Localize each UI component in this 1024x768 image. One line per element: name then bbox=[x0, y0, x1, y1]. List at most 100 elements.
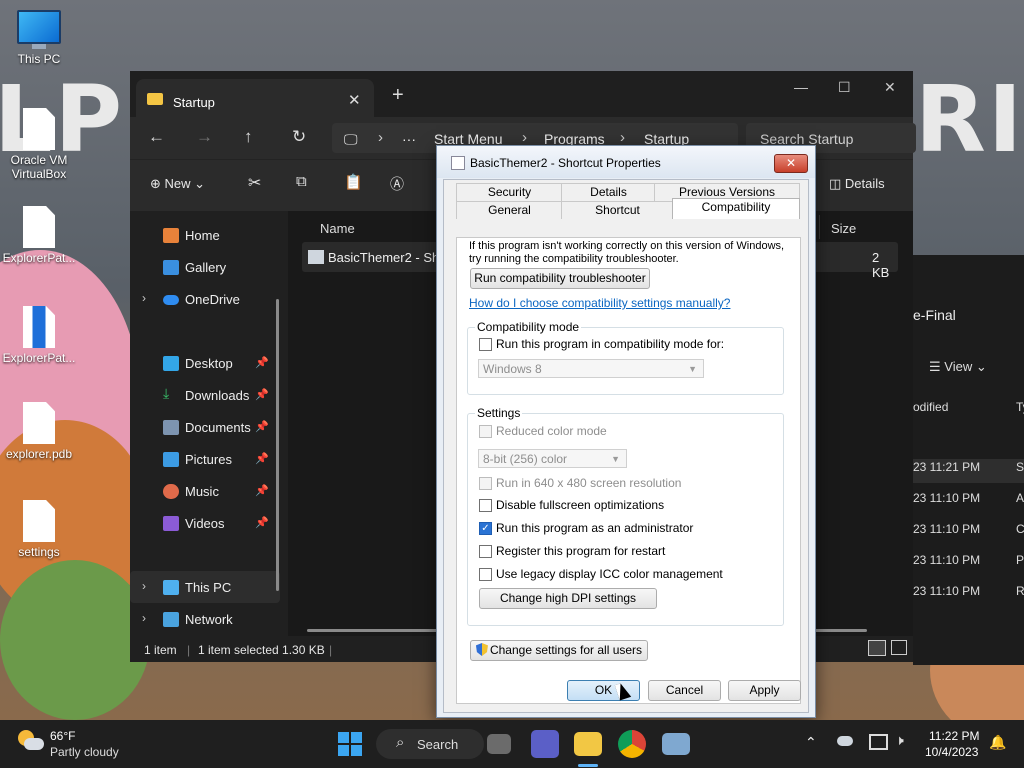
rename-icon[interactable]: Ⓐ bbox=[390, 174, 404, 194]
weather-temp[interactable]: 66°F bbox=[50, 729, 75, 743]
change-all-users-button[interactable]: Change settings for all users bbox=[470, 640, 648, 661]
reduced-color-checkbox[interactable] bbox=[479, 425, 492, 438]
view-menu[interactable]: ☰ View ⌄ bbox=[929, 359, 987, 375]
minimize-icon[interactable]: — bbox=[794, 79, 808, 95]
desktop-icon-settings[interactable]: settings bbox=[0, 500, 78, 559]
tiles-view-icon[interactable] bbox=[891, 640, 907, 655]
file-explorer-taskbar-icon[interactable] bbox=[574, 732, 602, 756]
cancel-button[interactable]: Cancel bbox=[648, 680, 721, 701]
download-icon: ⤓ bbox=[163, 385, 170, 401]
pin-icon[interactable]: 📌 bbox=[255, 356, 269, 369]
compat-os-select[interactable]: Windows 8 ▼ bbox=[478, 359, 704, 378]
details-view-icon[interactable] bbox=[868, 640, 886, 656]
desktop-icon-this-pc[interactable]: This PC bbox=[0, 10, 78, 66]
sidebar-item-downloads[interactable]: ⤓ Downloads 📌 bbox=[130, 379, 280, 411]
network-icon[interactable] bbox=[869, 734, 888, 750]
new-button[interactable]: ⊕ New ⌄ bbox=[150, 176, 205, 192]
close-icon[interactable]: ✕ bbox=[884, 79, 896, 96]
file-icon bbox=[23, 206, 55, 248]
compatibility-mode-label: Compatibility mode bbox=[475, 320, 582, 334]
desktop-icon-virtualbox[interactable]: Oracle VM VirtualBox bbox=[0, 108, 78, 181]
tab-shortcut[interactable]: Shortcut bbox=[561, 201, 674, 219]
taskbar-search[interactable]: ⌕ Search bbox=[376, 729, 484, 759]
weather-condition[interactable]: Partly cloudy bbox=[50, 745, 119, 759]
ellipsis-icon[interactable]: ··· bbox=[402, 131, 416, 147]
pin-icon[interactable]: 📌 bbox=[255, 420, 269, 433]
close-button[interactable]: ✕ bbox=[774, 154, 808, 173]
run-troubleshooter-button[interactable]: Run compatibility troubleshooter bbox=[470, 268, 650, 289]
forward-icon[interactable]: → bbox=[196, 127, 213, 147]
monitor-icon bbox=[17, 10, 61, 44]
apply-button[interactable]: Apply bbox=[728, 680, 801, 701]
sidebar-item-music[interactable]: Music 📌 bbox=[130, 475, 280, 507]
pin-icon[interactable]: 📌 bbox=[255, 484, 269, 497]
pin-icon[interactable]: 📌 bbox=[255, 516, 269, 529]
task-view-icon[interactable] bbox=[487, 734, 511, 754]
tab-compatibility[interactable]: Compatibility bbox=[672, 198, 800, 219]
color-depth-select[interactable]: 8-bit (256) color ▼ bbox=[478, 449, 627, 468]
change-dpi-button[interactable]: Change high DPI settings bbox=[479, 588, 657, 609]
column-type[interactable]: Ty bbox=[1016, 400, 1024, 414]
refresh-icon[interactable]: ↻ bbox=[292, 127, 306, 147]
sidebar-item-documents[interactable]: Documents 📌 bbox=[130, 411, 280, 443]
register-restart-checkbox[interactable] bbox=[479, 545, 492, 558]
sidebar-item-gallery[interactable]: Gallery bbox=[130, 251, 280, 283]
sidebar-item-onedrive[interactable]: › OneDrive bbox=[130, 283, 280, 315]
teams-icon[interactable] bbox=[531, 730, 559, 758]
clock-date[interactable]: 10/4/2023 bbox=[925, 745, 978, 759]
sidebar-item-desktop[interactable]: Desktop 📌 bbox=[130, 347, 280, 379]
dialog-title-bar[interactable]: BasicThemer2 - Shortcut Properties ✕ bbox=[437, 146, 815, 178]
column-header-size[interactable]: Size bbox=[831, 221, 856, 236]
sidebar-item-home[interactable]: Home bbox=[130, 219, 280, 251]
legacy-icc-checkbox[interactable] bbox=[479, 568, 492, 581]
compat-mode-checkbox[interactable] bbox=[479, 338, 492, 351]
legacy-icc-label: Use legacy display ICC color management bbox=[496, 567, 723, 581]
close-tab-icon[interactable]: ✕ bbox=[348, 91, 361, 109]
run-640-checkbox[interactable] bbox=[479, 477, 492, 490]
up-icon[interactable]: ↑ bbox=[244, 127, 253, 147]
copy-icon[interactable]: ⧉ bbox=[296, 173, 307, 190]
notification-bell-icon[interactable]: 🔔 bbox=[989, 734, 1006, 751]
sidebar-scrollbar[interactable] bbox=[276, 299, 279, 591]
chevron-up-icon[interactable]: ⌃ bbox=[805, 734, 817, 751]
sidebar-item-pictures[interactable]: Pictures 📌 bbox=[130, 443, 280, 475]
chevron-right-icon[interactable]: › bbox=[142, 291, 146, 305]
resource-monitor-icon[interactable] bbox=[662, 733, 690, 755]
shortcut-icon bbox=[451, 156, 465, 170]
background-explorer-window[interactable]: e-Final ☰ View ⌄ odified Ty 23 11:21 PM … bbox=[913, 255, 1024, 665]
chevron-right-icon[interactable]: › bbox=[142, 579, 146, 593]
back-icon[interactable]: ← bbox=[148, 127, 165, 147]
paste-icon[interactable]: 📋 bbox=[344, 173, 363, 191]
onedrive-cloud-icon[interactable] bbox=[837, 736, 853, 746]
sidebar-item-videos[interactable]: Videos 📌 bbox=[130, 507, 280, 539]
volume-muted-icon[interactable]: 🕨 bbox=[895, 732, 904, 749]
maximize-icon[interactable]: ☐ bbox=[838, 79, 851, 96]
help-link[interactable]: How do I choose compatibility settings m… bbox=[469, 296, 730, 310]
sidebar-item-network[interactable]: › Network bbox=[130, 603, 280, 635]
chrome-icon[interactable] bbox=[618, 730, 646, 758]
pin-icon[interactable]: 📌 bbox=[255, 452, 269, 465]
search-icon: ⌕ bbox=[396, 734, 405, 751]
details-button[interactable]: ◫ Details bbox=[829, 176, 885, 192]
chevron-right-icon[interactable]: › bbox=[142, 611, 146, 625]
tab-general[interactable]: General bbox=[456, 201, 563, 219]
pin-icon[interactable]: 📌 bbox=[255, 388, 269, 401]
cut-icon[interactable]: ✂ bbox=[248, 173, 261, 193]
sidebar-item-this-pc[interactable]: › This PC bbox=[130, 571, 280, 603]
tab-details[interactable]: Details bbox=[561, 183, 656, 201]
gallery-icon bbox=[163, 260, 179, 275]
run-as-admin-checkbox[interactable]: ✓ bbox=[479, 522, 492, 535]
weather-icon[interactable] bbox=[18, 730, 44, 752]
desktop-icon-explorerpat-2[interactable]: ExplorerPat... bbox=[0, 306, 78, 365]
tab-startup[interactable]: Startup ✕ bbox=[136, 79, 374, 117]
column-modified[interactable]: odified bbox=[913, 400, 948, 414]
desktop-icon-explorer-pdb[interactable]: explorer.pdb bbox=[0, 402, 78, 461]
start-button[interactable] bbox=[338, 732, 362, 756]
clock-time[interactable]: 11:22 PM bbox=[929, 729, 979, 743]
column-header-name[interactable]: Name bbox=[320, 221, 355, 236]
properties-dialog[interactable]: BasicThemer2 - Shortcut Properties ✕ Sec… bbox=[436, 145, 816, 718]
desktop-icon-explorerpat-1[interactable]: ExplorerPat... bbox=[0, 206, 78, 265]
tab-security[interactable]: Security bbox=[456, 183, 563, 201]
disable-fullscreen-checkbox[interactable] bbox=[479, 499, 492, 512]
new-tab-button[interactable]: + bbox=[392, 84, 404, 107]
